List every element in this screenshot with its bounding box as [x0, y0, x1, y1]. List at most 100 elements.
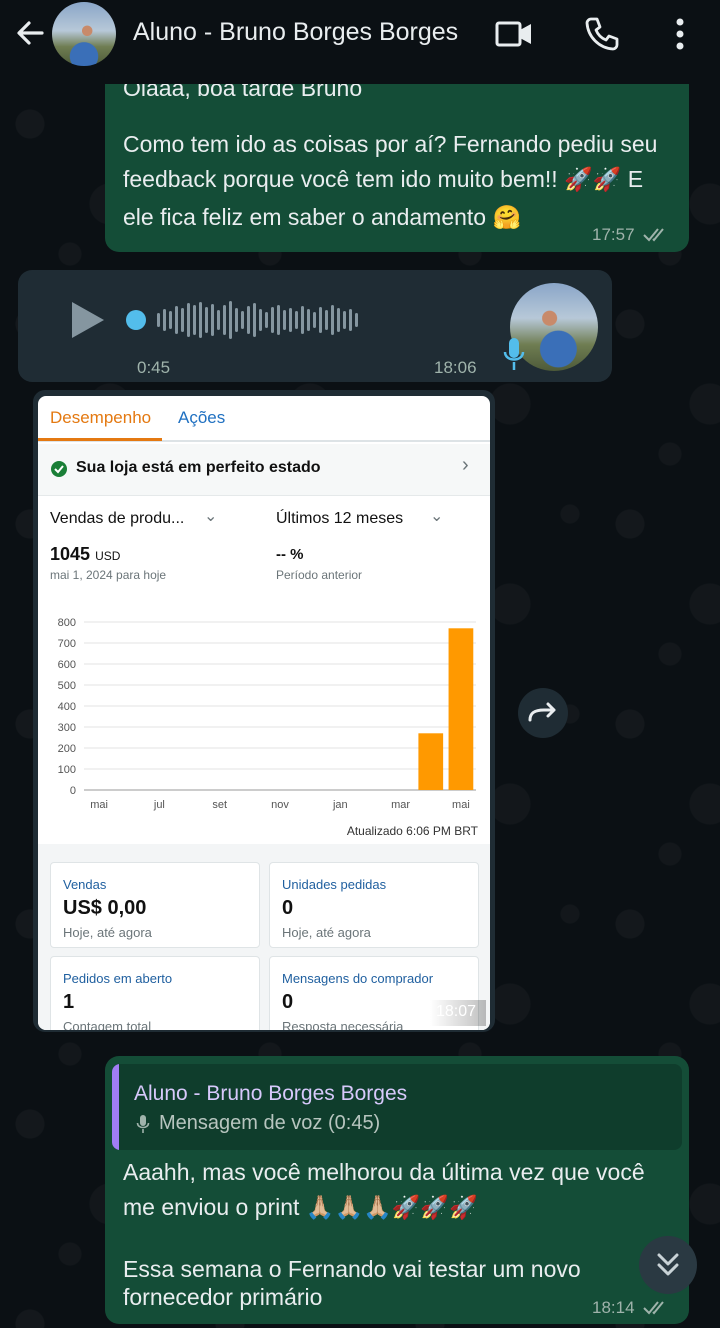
- waveform-bar: [331, 305, 334, 335]
- tile-title: Mensagens do comprador: [282, 971, 434, 986]
- bar-mai-12: [448, 628, 474, 790]
- tab-bar: Desempenho Ações: [38, 396, 490, 442]
- message-text-line: feedback porque você tem ido muito bem!!…: [123, 166, 644, 192]
- y-tick-label: 400: [58, 701, 76, 713]
- microphone-icon: [503, 338, 525, 370]
- x-tick-label: jul: [153, 799, 165, 811]
- chevron-down-icon: ⌄: [430, 508, 444, 525]
- message-time: 18:14: [592, 1298, 635, 1317]
- tile-value: 0: [282, 991, 294, 1013]
- y-tick-label: 600: [58, 659, 76, 671]
- tile-unidades-pedidas[interactable]: Unidades pedidas 0 Hoje, até agora: [269, 862, 479, 948]
- waveform-bar: [307, 309, 310, 331]
- check-circle-icon: [51, 461, 67, 477]
- waveform-bar: [211, 304, 214, 336]
- chat-header: Aluno - Bruno Borges Borges: [0, 0, 720, 84]
- message-time: 17:57: [592, 225, 635, 244]
- scroll-to-bottom-button[interactable]: [639, 1236, 697, 1294]
- tile-pedidos-em-aberto[interactable]: Pedidos em aberto 1 Contagem total: [50, 956, 260, 1030]
- store-status-row[interactable]: Sua loja está em perfeito estado ›: [38, 444, 490, 496]
- double-chevron-down-icon: [657, 1253, 679, 1276]
- waveform-bar: [277, 305, 280, 335]
- tile-subtitle: Resposta necessária: [282, 1019, 404, 1030]
- waveform-bar: [169, 311, 172, 329]
- waveform-bar: [325, 310, 328, 330]
- x-tick-label: mai: [452, 799, 470, 811]
- y-tick-label: 800: [58, 617, 76, 629]
- tile-value: US$ 0,00: [63, 897, 147, 919]
- metric-number: 1045: [50, 544, 91, 564]
- waveform-bar: [187, 303, 190, 337]
- shared-screenshot[interactable]: Desempenho Ações Sua loja está em perfei…: [38, 396, 490, 1030]
- store-status-text: Sua loja está em perfeito estado: [76, 459, 321, 476]
- tile-title: Pedidos em aberto: [63, 971, 173, 986]
- play-icon[interactable]: [70, 300, 106, 340]
- waveform-bar: [205, 307, 208, 333]
- x-tick-label: set: [212, 799, 227, 811]
- forward-arrow-icon: [528, 702, 556, 722]
- waveform-bar: [217, 310, 220, 330]
- back-arrow-icon[interactable]: [12, 14, 50, 52]
- contact-name[interactable]: Aluno - Bruno Borges Borges: [133, 18, 458, 47]
- waveform-bar: [235, 308, 238, 332]
- forward-button[interactable]: [518, 688, 568, 738]
- message-text-line: me enviou o print 🙏🏼🙏🏼🙏🏼🚀🚀🚀: [123, 1194, 478, 1220]
- waveform-bar: [181, 308, 184, 332]
- y-tick-label: 0: [70, 785, 76, 797]
- chevron-down-icon: ⌄: [204, 508, 218, 525]
- double-check-icon: [643, 1301, 664, 1315]
- y-tick-label: 100: [58, 764, 76, 776]
- y-tick-label: 700: [58, 638, 76, 650]
- x-tick-label: nov: [271, 799, 289, 811]
- metric-value: 1045 USD: [50, 544, 120, 565]
- waveform-bar: [319, 307, 322, 333]
- tile-subtitle: Contagem total: [63, 1019, 152, 1030]
- playback-position-dot[interactable]: [126, 310, 146, 330]
- x-tick-label: mar: [391, 799, 410, 811]
- quoted-message[interactable]: Aluno - Bruno Borges Borges Mensagem de …: [112, 1064, 682, 1150]
- waveform-bar: [295, 311, 298, 329]
- video-call-icon[interactable]: [494, 14, 534, 54]
- y-tick-label: 300: [58, 722, 76, 734]
- waveform-bar: [199, 302, 202, 338]
- voice-waveform[interactable]: [126, 300, 476, 340]
- waveform-bar: [229, 301, 232, 339]
- tile-value: 0: [282, 897, 294, 919]
- waveform-bar: [343, 311, 346, 329]
- waveform-bar: [349, 309, 352, 331]
- updated-label: Atualizado 6:06 PM BRT: [346, 824, 478, 838]
- previous-period-label: Período anterior: [276, 568, 363, 582]
- microphone-icon: [136, 1115, 150, 1133]
- waveform-bar: [241, 311, 244, 329]
- waveform-bar: [259, 309, 262, 331]
- contact-avatar[interactable]: [52, 2, 116, 66]
- message-time: 18:06: [434, 358, 477, 377]
- metric-unit: USD: [95, 549, 121, 563]
- message-text-line: ele fica feliz em saber o andamento 🤗: [123, 204, 522, 230]
- tab-desempenho[interactable]: Desempenho: [50, 408, 151, 428]
- voice-call-icon[interactable]: [582, 14, 622, 54]
- tab-acoes[interactable]: Ações: [178, 408, 225, 428]
- tile-vendas[interactable]: Vendas US$ 0,00 Hoje, até agora: [50, 862, 260, 948]
- y-tick-label: 500: [58, 680, 76, 692]
- tile-value: 1: [63, 991, 75, 1013]
- metric-subtitle: mai 1, 2024 para hoje: [50, 568, 167, 582]
- waveform-bar: [253, 303, 256, 337]
- message-text-line: Aaahh, mas você melhorou da última vez q…: [123, 1159, 645, 1185]
- period-dropdown[interactable]: Últimos 12 meses: [276, 510, 403, 528]
- metric-dropdown[interactable]: Vendas de produ...: [50, 510, 184, 528]
- waveform-bar: [271, 307, 274, 333]
- voice-duration: 0:45: [137, 358, 171, 377]
- waveform-bar: [337, 308, 340, 332]
- chevron-right-icon: ›: [462, 454, 469, 476]
- waveform-bar: [289, 308, 292, 332]
- quote-author: Aluno - Bruno Borges Borges: [134, 1082, 408, 1105]
- y-tick-label: 200: [58, 743, 76, 755]
- waveform-bar: [301, 306, 304, 334]
- waveform-bar: [163, 309, 166, 331]
- x-tick-label: mai: [90, 799, 108, 811]
- message-time: 18:07: [436, 1003, 477, 1020]
- double-check-icon: [643, 228, 664, 242]
- more-options-icon[interactable]: [660, 14, 700, 54]
- message-text-line: fornecedor primário: [123, 1284, 323, 1310]
